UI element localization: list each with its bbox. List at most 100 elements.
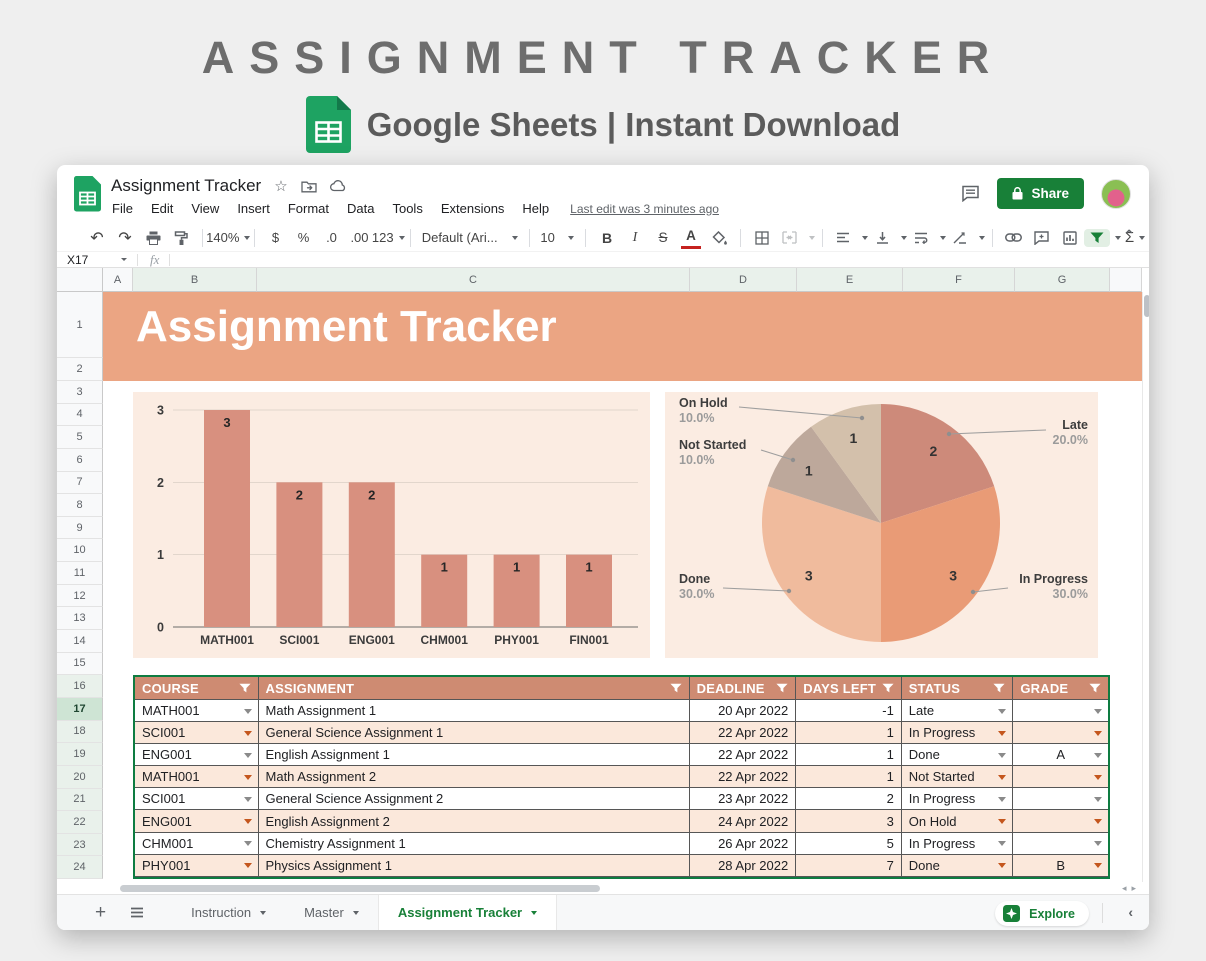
row-header-8[interactable]: 8 bbox=[57, 494, 103, 517]
cell-course[interactable]: ENG001 bbox=[135, 810, 259, 832]
avatar[interactable] bbox=[1101, 179, 1131, 209]
cell-assignment[interactable]: English Assignment 1 bbox=[259, 744, 690, 766]
status-dropdown-icon[interactable] bbox=[998, 731, 1006, 736]
header-deadline[interactable]: DEADLINE bbox=[690, 677, 797, 700]
menu-data[interactable]: Data bbox=[338, 199, 383, 218]
cell-days_left[interactable]: -1 bbox=[796, 700, 902, 722]
course-dropdown-icon[interactable] bbox=[244, 841, 252, 846]
cell-deadline[interactable]: 26 Apr 2022 bbox=[690, 833, 797, 855]
status-dropdown-icon[interactable] bbox=[998, 841, 1006, 846]
cell-days_left[interactable]: 5 bbox=[796, 833, 902, 855]
cell-days_left[interactable]: 3 bbox=[796, 810, 902, 832]
filter-icon-deadline[interactable] bbox=[776, 683, 788, 694]
horizontal-align-caret-icon[interactable] bbox=[862, 236, 868, 240]
vertical-align-icon[interactable] bbox=[872, 227, 892, 249]
cell-grade[interactable] bbox=[1013, 810, 1108, 832]
text-rotation-icon[interactable] bbox=[950, 227, 970, 249]
paint-format-icon[interactable] bbox=[171, 227, 191, 249]
share-button[interactable]: Share bbox=[997, 178, 1084, 209]
row-header-5[interactable]: 5 bbox=[57, 426, 103, 449]
cell-deadline[interactable]: 28 Apr 2022 bbox=[690, 855, 797, 877]
cell-days_left[interactable]: 2 bbox=[796, 788, 902, 810]
cell-deadline[interactable]: 22 Apr 2022 bbox=[690, 744, 797, 766]
sheets-logo-icon[interactable] bbox=[74, 176, 101, 212]
filter-icon-days_left[interactable] bbox=[882, 683, 894, 694]
course-dropdown-icon[interactable] bbox=[244, 731, 252, 736]
cell-status[interactable]: Done bbox=[902, 855, 1014, 877]
cell-days_left[interactable]: 1 bbox=[796, 766, 902, 788]
column-header-a[interactable]: A bbox=[103, 268, 133, 292]
cell-grade[interactable] bbox=[1013, 766, 1108, 788]
row-header-11[interactable]: 11 bbox=[57, 562, 103, 585]
course-dropdown-icon[interactable] bbox=[244, 863, 252, 868]
cell-status[interactable]: In Progress bbox=[902, 788, 1014, 810]
bar-chart[interactable]: 01233MATH0012SCI0012ENG0011CHM0011PHY001… bbox=[133, 392, 650, 658]
status-dropdown-icon[interactable] bbox=[998, 753, 1006, 758]
cell-days_left[interactable]: 1 bbox=[796, 722, 902, 744]
cell-status[interactable]: In Progress bbox=[902, 833, 1014, 855]
fill-color-icon[interactable] bbox=[709, 227, 729, 249]
cell-grade[interactable] bbox=[1013, 722, 1108, 744]
name-box[interactable]: X17 bbox=[57, 253, 127, 267]
merge-caret-icon[interactable] bbox=[809, 236, 815, 240]
cell-course[interactable]: CHM001 bbox=[135, 833, 259, 855]
row-header-18[interactable]: 18 bbox=[57, 721, 103, 744]
strikethrough-button[interactable]: S bbox=[653, 227, 673, 249]
filter-caret-icon[interactable] bbox=[1115, 236, 1121, 240]
column-header-g[interactable]: G bbox=[1015, 268, 1110, 292]
italic-button[interactable]: I bbox=[625, 227, 645, 249]
cell-deadline[interactable]: 24 Apr 2022 bbox=[690, 810, 797, 832]
cell-deadline[interactable]: 22 Apr 2022 bbox=[690, 766, 797, 788]
row-header-21[interactable]: 21 bbox=[57, 789, 103, 812]
row-header-17[interactable]: 17 bbox=[57, 698, 103, 721]
cell-grade[interactable] bbox=[1013, 788, 1108, 810]
horizontal-scrollbar[interactable] bbox=[120, 885, 600, 892]
filter-icon-course[interactable] bbox=[239, 683, 251, 694]
cell-status[interactable]: In Progress bbox=[902, 722, 1014, 744]
row-header-20[interactable]: 20 bbox=[57, 766, 103, 789]
grade-dropdown-icon[interactable] bbox=[1094, 709, 1102, 714]
zoom-select[interactable]: 140% bbox=[214, 227, 243, 249]
cell-course[interactable]: SCI001 bbox=[135, 788, 259, 810]
redo-icon[interactable]: ↷ bbox=[115, 227, 135, 249]
grade-dropdown-icon[interactable] bbox=[1094, 775, 1102, 780]
cell-assignment[interactable]: Physics Assignment 1 bbox=[259, 855, 690, 877]
cell-course[interactable]: MATH001 bbox=[135, 700, 259, 722]
filter-icon-status[interactable] bbox=[993, 683, 1005, 694]
row-header-14[interactable]: 14 bbox=[57, 630, 103, 653]
text-wrap-icon[interactable] bbox=[911, 227, 931, 249]
all-sheets-icon[interactable] bbox=[130, 907, 144, 918]
sheet-tab-master[interactable]: Master bbox=[285, 895, 378, 930]
menu-insert[interactable]: Insert bbox=[228, 199, 279, 218]
row-header-24[interactable]: 24 bbox=[57, 856, 103, 879]
cell-course[interactable]: MATH001 bbox=[135, 766, 259, 788]
cell-assignment[interactable]: Math Assignment 2 bbox=[259, 766, 690, 788]
row-header-4[interactable]: 4 bbox=[57, 404, 103, 427]
decrease-decimal-button[interactable]: .0 bbox=[321, 227, 341, 249]
font-size-select[interactable]: 10 bbox=[540, 227, 574, 249]
cell-course[interactable]: ENG001 bbox=[135, 744, 259, 766]
header-status[interactable]: STATUS bbox=[902, 677, 1014, 700]
column-header-partial[interactable] bbox=[1110, 268, 1142, 292]
grade-dropdown-icon[interactable] bbox=[1094, 731, 1102, 736]
cell-assignment[interactable]: English Assignment 2 bbox=[259, 810, 690, 832]
cell-days_left[interactable]: 7 bbox=[796, 855, 902, 877]
last-edit-link[interactable]: Last edit was 3 minutes ago bbox=[570, 202, 719, 216]
select-all-corner[interactable] bbox=[57, 268, 103, 292]
cell-assignment[interactable]: General Science Assignment 1 bbox=[259, 722, 690, 744]
cell-course[interactable]: PHY001 bbox=[135, 855, 259, 877]
cell-assignment[interactable]: Math Assignment 1 bbox=[259, 700, 690, 722]
column-header-c[interactable]: C bbox=[257, 268, 690, 292]
insert-chart-icon[interactable] bbox=[1060, 227, 1080, 249]
cell-status[interactable]: On Hold bbox=[902, 810, 1014, 832]
course-dropdown-icon[interactable] bbox=[244, 797, 252, 802]
move-to-folder-icon[interactable] bbox=[301, 180, 317, 193]
filter-icon-grade[interactable] bbox=[1089, 683, 1101, 694]
header-course[interactable]: COURSE bbox=[135, 677, 259, 700]
row-header-7[interactable]: 7 bbox=[57, 472, 103, 495]
grade-dropdown-icon[interactable] bbox=[1094, 863, 1102, 868]
cell-deadline[interactable]: 22 Apr 2022 bbox=[690, 722, 797, 744]
header-grade[interactable]: GRADE bbox=[1013, 677, 1108, 700]
undo-icon[interactable]: ↶ bbox=[87, 227, 107, 249]
column-header-b[interactable]: B bbox=[133, 268, 257, 292]
